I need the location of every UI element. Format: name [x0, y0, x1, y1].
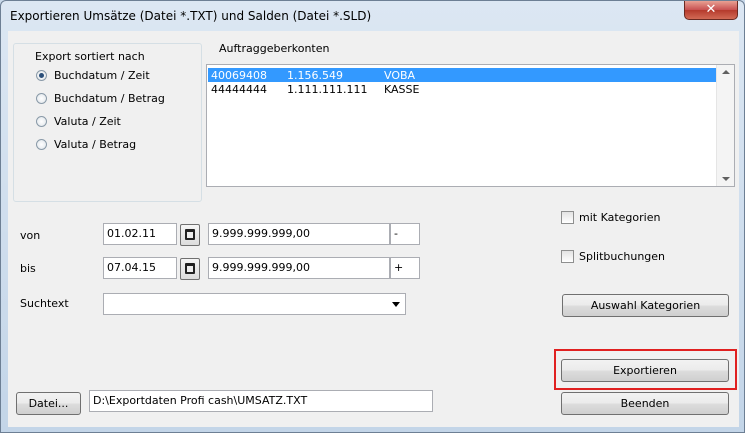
listbox-scrollbar[interactable]: [716, 65, 734, 186]
close-button[interactable]: ✕: [684, 1, 738, 20]
to-date-picker-button[interactable]: [180, 258, 200, 280]
exit-button[interactable]: Beenden: [561, 392, 729, 415]
radio-label: Valuta / Betrag: [54, 138, 137, 151]
to-amount-field[interactable]: 9.999.999.999,00: [208, 257, 390, 279]
account-name: VOBA: [384, 69, 416, 82]
radio-label: Buchdatum / Betrag: [54, 92, 165, 105]
categories-checkbox-label: mit Kategorien: [579, 211, 661, 224]
from-date-field[interactable]: 01.02.11: [103, 223, 177, 245]
title-bar[interactable]: Exportieren Umsätze (Datei *.TXT) und Sa…: [1, 1, 744, 31]
checkbox-icon: [561, 211, 574, 224]
search-text-label: Suchtext: [20, 297, 69, 310]
from-date-picker-button[interactable]: [180, 224, 200, 246]
scroll-up-icon[interactable]: [722, 70, 730, 74]
select-categories-button[interactable]: Auswahl Kategorien: [562, 294, 729, 317]
from-amount-field[interactable]: 9.999.999.999,00: [208, 223, 390, 245]
sort-order-group: Export sortiert nach Buchdatum / Zeit Bu…: [13, 43, 202, 202]
search-text-combobox[interactable]: [103, 293, 406, 315]
account-name: KASSE: [384, 83, 420, 96]
to-date-field[interactable]: 07.04.15: [103, 257, 177, 279]
dialog-client-area: Export sortiert nach Buchdatum / Zeit Bu…: [8, 31, 739, 427]
radio-button-icon: [36, 139, 47, 150]
radio-button-icon: [36, 70, 47, 81]
from-label: von: [20, 229, 41, 242]
list-item[interactable]: 44444444 1.111.111.111 KASSE: [208, 82, 716, 96]
sort-order-group-label: Export sortiert nach: [33, 50, 147, 63]
from-sign-field[interactable]: -: [390, 223, 420, 245]
file-path-field[interactable]: D:\Exportdaten Profi cash\UMSATZ.TXT: [89, 390, 433, 412]
calendar-icon: [185, 263, 195, 274]
export-dialog-window: Exportieren Umsätze (Datei *.TXT) und Sa…: [0, 0, 745, 433]
scroll-down-icon[interactable]: [722, 177, 730, 181]
export-button[interactable]: Exportieren: [561, 359, 729, 382]
split-bookings-checkbox-label: Splitbuchungen: [579, 250, 666, 263]
window-title: Exportieren Umsätze (Datei *.TXT) und Sa…: [10, 9, 372, 23]
radio-label: Valuta / Zeit: [54, 115, 121, 128]
to-label: bis: [20, 262, 36, 275]
to-sign-field[interactable]: +: [390, 257, 420, 279]
chevron-down-icon[interactable]: [392, 302, 400, 307]
calendar-icon: [185, 229, 195, 240]
accounts-listbox[interactable]: 40069408 1.156.549 VOBA 44444444 1.111.1…: [206, 64, 735, 187]
checkbox-icon: [561, 250, 574, 263]
account-number: 44444444: [211, 83, 267, 96]
list-item[interactable]: 40069408 1.156.549 VOBA: [208, 68, 716, 82]
radio-button-icon: [36, 93, 47, 104]
account-number: 40069408: [211, 69, 267, 82]
account-amount: 1.156.549: [287, 69, 343, 82]
radio-label: Buchdatum / Zeit: [54, 69, 150, 82]
radio-button-icon: [36, 116, 47, 127]
file-select-button[interactable]: Datei...: [16, 392, 81, 415]
account-amount: 1.111.111.111: [287, 83, 368, 96]
accounts-label: Auftraggeberkonten: [219, 42, 330, 55]
